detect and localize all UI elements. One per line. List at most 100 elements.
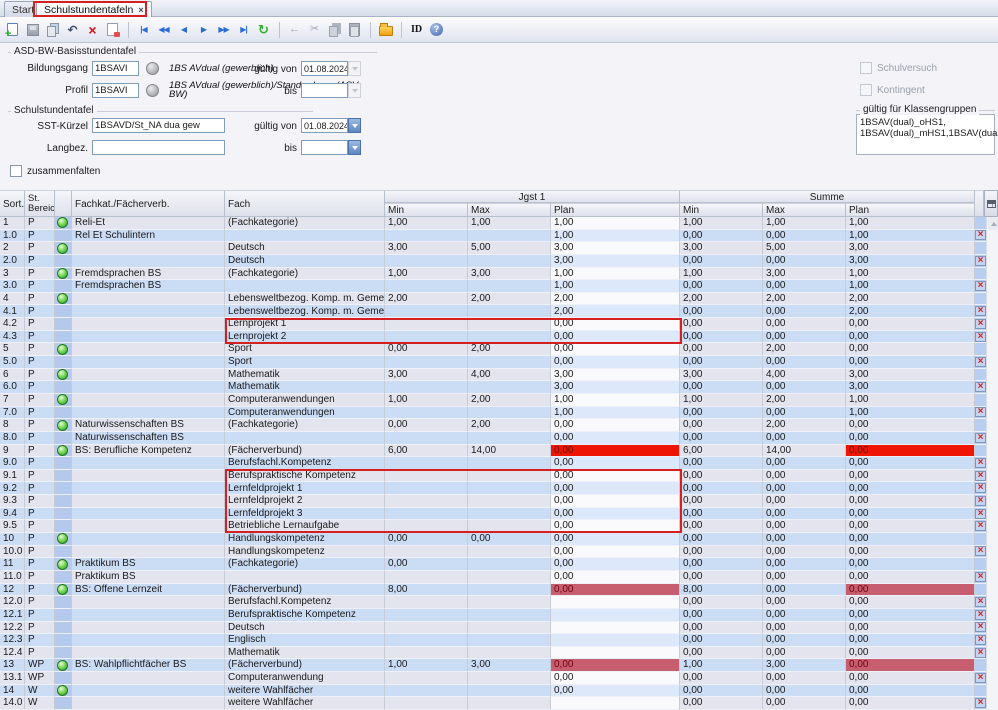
cell-jgst1-min[interactable]: 8,00 [385, 584, 468, 597]
cell-summe-plan[interactable]: 1,00 [846, 230, 975, 243]
cell-summe-min[interactable]: 0,00 [680, 697, 763, 710]
cell-fachkat[interactable]: Reli-Et [72, 217, 225, 230]
cell-summe-min[interactable]: 1,00 [680, 268, 763, 281]
cell-st-bereich[interactable]: P [25, 280, 55, 293]
new-record-button[interactable] [3, 20, 22, 39]
cell-summe-min[interactable]: 0,00 [680, 622, 763, 635]
cell-jgst1-plan[interactable]: 3,00 [551, 369, 680, 382]
cell-summe-max[interactable]: 0,00 [763, 318, 846, 331]
cell-st-bereich[interactable]: P [25, 369, 55, 382]
cell-summe-max[interactable]: 0,00 [763, 381, 846, 394]
cell-fachkat[interactable] [72, 407, 225, 420]
cell-summe-plan[interactable]: 0,00 [846, 508, 975, 521]
cell-jgst1-min[interactable] [385, 647, 468, 660]
cell-jgst1-min[interactable]: 1,00 [385, 217, 468, 230]
cell-st-bereich[interactable]: P [25, 356, 55, 369]
cell-jgst1-min[interactable] [385, 482, 468, 495]
delete-row-button[interactable]: × [975, 483, 986, 493]
cell-summe-plan[interactable]: 2,00 [846, 305, 975, 318]
cell-summe-max[interactable]: 0,00 [763, 697, 846, 710]
expand-row-icon[interactable] [57, 445, 68, 456]
cell-summe-plan[interactable]: 0,00 [846, 343, 975, 356]
cell-jgst1-max[interactable] [468, 495, 551, 508]
cell-jgst1-min[interactable] [385, 596, 468, 609]
cell-summe-plan[interactable]: 2,00 [846, 293, 975, 306]
cell-summe-min[interactable]: 0,00 [680, 634, 763, 647]
cell-fachkat[interactable] [72, 470, 225, 483]
cell-fach[interactable] [225, 230, 385, 243]
cell-st-bereich[interactable]: P [25, 558, 55, 571]
cell-summe-min[interactable]: 0,00 [680, 647, 763, 660]
cell-jgst1-plan[interactable]: 1,00 [551, 280, 680, 293]
cell-jgst1-max[interactable]: 3,00 [468, 268, 551, 281]
cell-summe-max[interactable]: 0,00 [763, 255, 846, 268]
cell-jgst1-plan[interactable]: 0,00 [551, 558, 680, 571]
cell-jgst1-min[interactable]: 0,00 [385, 343, 468, 356]
cell-jgst1-plan[interactable]: 1,00 [551, 230, 680, 243]
cell-jgst1-min[interactable]: 1,00 [385, 659, 468, 672]
expand-row-icon[interactable] [57, 344, 68, 355]
cell-fachkat[interactable]: Praktikum BS [72, 571, 225, 584]
cell-jgst1-plan[interactable] [551, 609, 680, 622]
cell-st-bereich[interactable]: P [25, 432, 55, 445]
cell-jgst1-plan[interactable]: 0,00 [551, 445, 680, 458]
cell-st-bereich[interactable]: P [25, 242, 55, 255]
cell-summe-min[interactable]: 0,00 [680, 318, 763, 331]
vertical-scrollbar[interactable] [986, 217, 998, 710]
cell-fach[interactable]: (Fächerverbund) [225, 584, 385, 597]
delete-row-button[interactable]: × [975, 281, 986, 291]
cell-summe-plan[interactable]: 0,00 [846, 697, 975, 710]
cell-st-bereich[interactable]: P [25, 394, 55, 407]
cell-st-bereich[interactable]: P [25, 255, 55, 268]
cell-sort[interactable]: 2 [0, 242, 25, 255]
cell-summe-min[interactable]: 0,00 [680, 571, 763, 584]
cell-jgst1-min[interactable] [385, 697, 468, 710]
cell-jgst1-min[interactable] [385, 305, 468, 318]
cell-fachkat[interactable] [72, 369, 225, 382]
save-button[interactable] [23, 20, 42, 39]
cell-st-bereich[interactable]: P [25, 331, 55, 344]
cell-sort[interactable]: 9.5 [0, 520, 25, 533]
cell-summe-plan[interactable]: 3,00 [846, 242, 975, 255]
profil-field[interactable]: 1BSAVI [92, 83, 139, 98]
cell-sort[interactable]: 8 [0, 419, 25, 432]
zusammenfalten-checkbox[interactable] [10, 165, 22, 177]
cell-fachkat[interactable] [72, 356, 225, 369]
cell-summe-max[interactable]: 0,00 [763, 672, 846, 685]
cell-sort[interactable]: 11.0 [0, 571, 25, 584]
cell-fach[interactable]: Lernprojekt 1 [225, 318, 385, 331]
cell-fachkat[interactable] [72, 293, 225, 306]
cell-jgst1-max[interactable] [468, 558, 551, 571]
cell-summe-min[interactable]: 8,00 [680, 584, 763, 597]
cell-summe-max[interactable]: 3,00 [763, 659, 846, 672]
header-jgst1-max[interactable]: Max [468, 203, 551, 217]
cell-fachkat[interactable] [72, 318, 225, 331]
cell-jgst1-min[interactable] [385, 407, 468, 420]
cell-sort[interactable]: 12.1 [0, 609, 25, 622]
delete-row-button[interactable]: × [975, 622, 986, 632]
cell-st-bereich[interactable]: P [25, 445, 55, 458]
cell-fach[interactable]: Sport [225, 343, 385, 356]
cell-jgst1-plan[interactable]: 0,00 [551, 672, 680, 685]
cell-jgst1-min[interactable]: 0,00 [385, 558, 468, 571]
cell-summe-max[interactable]: 0,00 [763, 305, 846, 318]
cell-summe-min[interactable]: 0,00 [680, 520, 763, 533]
cell-jgst1-min[interactable]: 6,00 [385, 445, 468, 458]
cell-fachkat[interactable] [72, 495, 225, 508]
cell-jgst1-min[interactable]: 1,00 [385, 394, 468, 407]
cell-jgst1-plan[interactable]: 1,00 [551, 217, 680, 230]
cell-jgst1-plan[interactable]: 0,00 [551, 432, 680, 445]
cell-st-bereich[interactable]: P [25, 482, 55, 495]
cell-jgst1-max[interactable] [468, 571, 551, 584]
cell-jgst1-min[interactable] [385, 685, 468, 698]
cell-summe-max[interactable]: 0,00 [763, 584, 846, 597]
bis-field[interactable] [301, 83, 348, 98]
cell-fachkat[interactable] [72, 343, 225, 356]
cell-jgst1-min[interactable] [385, 622, 468, 635]
cell-sort[interactable]: 12.2 [0, 622, 25, 635]
cell-jgst1-min[interactable] [385, 508, 468, 521]
cell-fach[interactable]: Englisch [225, 634, 385, 647]
close-icon[interactable]: × [138, 5, 143, 15]
cell-summe-max[interactable]: 0,00 [763, 596, 846, 609]
refresh-button[interactable]: ↻ [254, 20, 273, 39]
